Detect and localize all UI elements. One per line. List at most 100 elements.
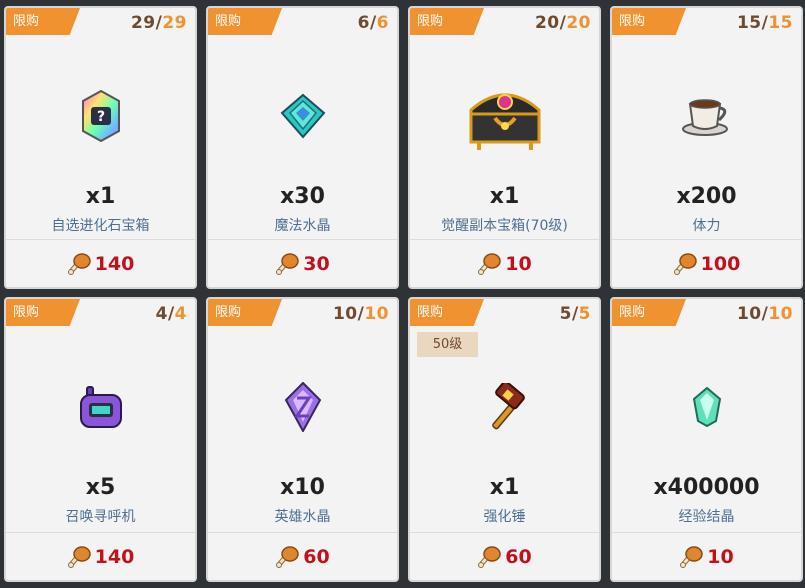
stock-slash: / bbox=[167, 304, 175, 324]
price-button[interactable]: 60 bbox=[208, 532, 397, 580]
hero-crystal-icon bbox=[283, 382, 323, 432]
shop-item-card[interactable]: 限购 10/10 x400000 经验结晶 10 bbox=[610, 297, 803, 582]
level-badge: 50级 bbox=[417, 332, 478, 357]
price-button[interactable]: 10 bbox=[410, 239, 599, 287]
price-value: 30 bbox=[303, 252, 330, 275]
drumstick-icon bbox=[679, 545, 704, 569]
shop-item-body: 限购 4/4 x5 召唤寻呼机 bbox=[6, 299, 195, 532]
stock-max: 4 bbox=[174, 304, 187, 324]
stock-current: 10 bbox=[736, 304, 762, 324]
stock-counter: 4/4 bbox=[156, 304, 187, 324]
item-quantity: x30 bbox=[280, 184, 325, 209]
shop-item-card[interactable]: 限购 10/10 x10 英雄水晶 60 bbox=[206, 297, 399, 582]
limit-tag: 限购 bbox=[410, 8, 484, 35]
hammer-icon bbox=[481, 383, 529, 431]
stock-current: 4 bbox=[155, 304, 168, 324]
shop-item-body: 限购 6/6 x30 魔法水晶 bbox=[208, 8, 397, 239]
shop-item-card[interactable]: 限购 15/15 x200 体力 100 bbox=[610, 6, 803, 289]
price-value: 10 bbox=[505, 252, 532, 275]
price-value: 60 bbox=[303, 545, 330, 568]
drumstick-icon bbox=[67, 252, 91, 276]
exp-crystal-icon bbox=[692, 387, 722, 427]
price-value: 140 bbox=[94, 252, 135, 275]
stock-max: 5 bbox=[578, 304, 591, 324]
rainbow-evolution-stone-chest-icon: ? bbox=[80, 90, 122, 142]
stock-current: 6 bbox=[357, 13, 370, 33]
stock-current: 15 bbox=[736, 13, 762, 33]
stock-counter: 5/5 bbox=[560, 304, 591, 324]
shop-item-body: 限购 10/10 x10 英雄水晶 bbox=[208, 299, 397, 532]
drumstick-icon bbox=[275, 252, 300, 276]
drumstick-icon bbox=[67, 545, 91, 569]
item-name: 魔法水晶 bbox=[274, 218, 331, 234]
price-value: 100 bbox=[700, 252, 741, 275]
item-quantity: x200 bbox=[676, 184, 737, 209]
stock-current: 5 bbox=[559, 304, 572, 324]
drumstick-icon bbox=[673, 252, 697, 276]
item-name: 体力 bbox=[692, 218, 721, 234]
item-name: 英雄水晶 bbox=[274, 509, 331, 525]
item-quantity: x5 bbox=[85, 475, 116, 500]
stock-max: 10 bbox=[768, 304, 793, 324]
limit-tag: 限购 bbox=[6, 299, 80, 326]
stock-counter: 20/20 bbox=[535, 13, 591, 33]
shop-item-body: 限购 5/5 50级 x1 强化锤 bbox=[410, 299, 599, 532]
price-value: 10 bbox=[707, 545, 734, 568]
item-quantity: x10 bbox=[280, 475, 325, 500]
item-name: 召唤寻呼机 bbox=[65, 509, 136, 525]
pager-icon bbox=[77, 383, 125, 431]
shop-item-body: 限购 20/20 x1 觉醒副本宝箱(70级) bbox=[410, 8, 599, 239]
shop-item-body: 限购 10/10 x400000 经验结晶 bbox=[612, 299, 801, 532]
stock-slash: / bbox=[369, 13, 377, 33]
stock-counter: 6/6 bbox=[358, 13, 389, 33]
shop-grid: 限购 29/29 ? x1 自选进化石宝箱 140 限购 6/6 x30 魔法水… bbox=[4, 6, 803, 582]
limit-tag: 限购 bbox=[208, 299, 282, 326]
item-quantity: x1 bbox=[489, 475, 520, 500]
price-button[interactable]: 140 bbox=[6, 239, 195, 287]
shop-item-body: 限购 15/15 x200 体力 bbox=[612, 8, 801, 239]
stock-current: 20 bbox=[534, 13, 560, 33]
coffee-cup-icon bbox=[681, 96, 732, 136]
drumstick-icon bbox=[275, 545, 300, 569]
shop-item-card[interactable]: 限购 6/6 x30 魔法水晶 30 bbox=[206, 6, 399, 289]
treasure-chest-icon bbox=[465, 80, 545, 152]
magic-crystal-icon bbox=[280, 93, 326, 139]
drumstick-icon bbox=[477, 545, 502, 569]
price-value: 60 bbox=[505, 545, 532, 568]
limit-tag: 限购 bbox=[612, 299, 686, 326]
shop-item-card[interactable]: 限购 5/5 50级 x1 强化锤 60 bbox=[408, 297, 601, 582]
price-button[interactable]: 60 bbox=[410, 532, 599, 580]
drumstick-icon bbox=[477, 252, 502, 276]
shop-item-card[interactable]: 限购 29/29 ? x1 自选进化石宝箱 140 bbox=[4, 6, 197, 289]
limit-tag: 限购 bbox=[208, 8, 282, 35]
item-name: 自选进化石宝箱 bbox=[51, 218, 150, 234]
stock-current: 10 bbox=[332, 304, 358, 324]
stock-current: 29 bbox=[130, 13, 156, 33]
stock-max: 29 bbox=[162, 13, 187, 33]
item-quantity: x1 bbox=[85, 184, 116, 209]
item-quantity: x400000 bbox=[653, 475, 760, 500]
item-quantity: x1 bbox=[489, 184, 520, 209]
limit-tag: 限购 bbox=[6, 8, 80, 35]
price-button[interactable]: 10 bbox=[612, 532, 801, 580]
price-button[interactable]: 140 bbox=[6, 532, 195, 580]
stock-counter: 15/15 bbox=[737, 13, 793, 33]
limit-tag: 限购 bbox=[410, 299, 484, 326]
shop-item-card[interactable]: 限购 4/4 x5 召唤寻呼机 140 bbox=[4, 297, 197, 582]
stock-counter: 29/29 bbox=[131, 13, 187, 33]
stock-max: 15 bbox=[768, 13, 793, 33]
item-name: 经验结晶 bbox=[678, 509, 735, 525]
price-value: 140 bbox=[94, 545, 135, 568]
item-name: 觉醒副本宝箱(70级) bbox=[441, 218, 568, 234]
item-name: 强化锤 bbox=[483, 509, 526, 525]
svg-text:?: ? bbox=[96, 109, 104, 125]
stock-max: 6 bbox=[376, 13, 389, 33]
price-button[interactable]: 100 bbox=[612, 239, 801, 287]
stock-counter: 10/10 bbox=[737, 304, 793, 324]
shop-item-card[interactable]: 限购 20/20 x1 觉醒副本宝箱(70级) 10 bbox=[408, 6, 601, 289]
shop-item-body: 限购 29/29 ? x1 自选进化石宝箱 bbox=[6, 8, 195, 239]
stock-slash: / bbox=[571, 304, 579, 324]
stock-counter: 10/10 bbox=[333, 304, 389, 324]
limit-tag: 限购 bbox=[612, 8, 686, 35]
price-button[interactable]: 30 bbox=[208, 239, 397, 287]
